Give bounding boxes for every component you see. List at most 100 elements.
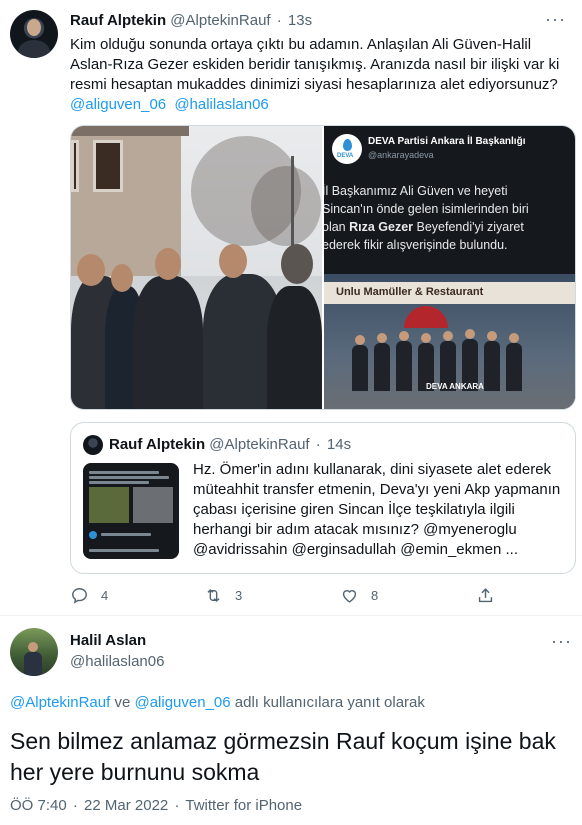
share-button[interactable] xyxy=(476,583,507,607)
thumb-photo xyxy=(133,487,173,523)
thumb-text-line xyxy=(89,471,159,474)
tweet-header: Rauf Alptekin @AlptekinRauf · 13s xyxy=(70,12,312,29)
thumb-text-line xyxy=(89,481,149,484)
replying-to: @AlptekinRauf ve @aliguven_06 adlı kulla… xyxy=(10,694,425,711)
reply-to-connector: ve xyxy=(110,694,135,711)
shop-photo: Unlu Mamüller & Restaurant DEVA ANKARA xyxy=(324,274,575,409)
separator-dot: · xyxy=(315,436,321,453)
reply-to-link[interactable]: @aliguven_06 xyxy=(134,694,230,711)
embedded-tweet-text: İl Başkanımız Ali Güven ve heyeti Sincan… xyxy=(324,182,572,254)
like-icon xyxy=(342,589,357,603)
mentions: @aliguven_06 @halilaslan06 xyxy=(70,95,273,115)
avatar-head xyxy=(28,642,38,652)
quoted-tweet[interactable]: Rauf Alptekin @AlptekinRauf · 14s Hz. Öm… xyxy=(70,422,576,574)
reply-to-suffix: adlı kullanıcılara yanıt olarak xyxy=(230,694,425,711)
reply-to-link[interactable]: @AlptekinRauf xyxy=(10,694,110,711)
bare-tree xyxy=(251,166,321,246)
thumb-photo xyxy=(89,487,129,523)
quoted-author-handle: @AlptekinRauf xyxy=(209,436,310,453)
action-bar: 4 3 8 xyxy=(70,583,576,607)
retweet-icon xyxy=(207,588,220,602)
drop-icon xyxy=(343,139,352,151)
embedded-line: İl Başkanımız Ali Güven ve heyeti xyxy=(324,184,508,198)
embedded-account-handle: @ankarayadeva xyxy=(368,150,434,160)
person-head xyxy=(487,331,497,341)
person xyxy=(133,276,203,409)
like-button[interactable]: 8 xyxy=(340,583,378,607)
person xyxy=(352,335,368,391)
building-eave xyxy=(71,126,189,136)
embedded-account-name: DEVA Partisi Ankara İl Başkanlığı xyxy=(368,136,526,147)
thumb-text-line xyxy=(89,476,169,479)
shop-sign: Unlu Mamüller & Restaurant xyxy=(324,282,575,304)
avatar-face xyxy=(27,19,41,36)
quoted-media-thumbnail[interactable] xyxy=(83,463,179,559)
author-name[interactable]: Rauf Alptekin xyxy=(70,12,166,29)
thumb-text-line xyxy=(89,549,159,552)
retweet-count: 3 xyxy=(235,587,243,603)
person xyxy=(374,333,390,391)
person-head xyxy=(77,254,105,286)
tweet-text: Sen bilmez anlamaz görmezsin Rauf koçum … xyxy=(10,728,556,785)
quoted-text: Hz. Ömer'in adını kullanarak, dini siyas… xyxy=(193,461,561,558)
avatar[interactable] xyxy=(10,10,58,58)
avatar-body xyxy=(24,652,42,676)
person-head xyxy=(111,264,133,292)
person-head xyxy=(155,248,181,280)
shop-sign-text: Unlu Mamüller & Restaurant xyxy=(336,286,484,298)
reply-button[interactable]: 4 xyxy=(70,583,108,607)
quoted-author-name: Rauf Alptekin xyxy=(109,436,206,453)
author-name[interactable]: Halil Aslan xyxy=(70,632,146,649)
window xyxy=(71,140,79,192)
tweet-source[interactable]: Twitter for iPhone xyxy=(185,797,302,814)
person-head xyxy=(399,331,409,341)
tweet-quoted[interactable]: Rauf Alptekin @AlptekinRauf · 13s ··· Ki… xyxy=(0,0,582,615)
person-head xyxy=(509,333,519,343)
reply-icon xyxy=(72,587,87,604)
more-icon[interactable]: ··· xyxy=(545,10,566,28)
mention-link[interactable]: @halilaslan06 xyxy=(174,96,268,113)
person xyxy=(396,331,412,391)
person-head xyxy=(281,244,313,284)
person-head xyxy=(219,244,247,278)
avatar[interactable] xyxy=(10,628,58,676)
tweet-time[interactable]: 13s xyxy=(288,12,312,29)
deva-logo: DEVA xyxy=(332,134,362,164)
mention-link[interactable]: @aliguven_06 xyxy=(70,96,166,113)
separator-dot: · xyxy=(72,797,78,814)
tweet-text: Kim olduğu sonunda ortaya çıktı bu adamı… xyxy=(70,36,560,93)
photo-men-outside-building[interactable] xyxy=(71,126,322,409)
tweet-time[interactable]: ÖÖ 7:40 xyxy=(10,797,67,814)
tweet-date[interactable]: 22 Mar 2022 xyxy=(84,797,168,814)
thumb-badge xyxy=(89,531,97,539)
embedded-line-part: Beyefendi'yi ziyaret xyxy=(413,220,524,234)
thumb-text-line xyxy=(101,533,151,536)
embedded-line: olan Rıza Gezer Beyefendi'yi ziyaret xyxy=(324,218,572,236)
separator-dot: · xyxy=(276,12,282,29)
embedded-line: Sincan'ın önde gelen isimlerinden biri xyxy=(324,202,529,216)
person xyxy=(506,333,522,391)
tweet-metadata: ÖÖ 7:40 · 22 Mar 2022 · Twitter for iPho… xyxy=(10,797,302,814)
tweet-reply[interactable]: Halil Aslan @halilaslan06 ··· @AlptekinR… xyxy=(0,615,582,825)
red-awning xyxy=(404,306,448,328)
person-head xyxy=(377,333,387,343)
deva-watermark: DEVA ANKARA xyxy=(426,382,484,391)
author-handle[interactable]: @halilaslan06 xyxy=(70,653,164,670)
share-icon xyxy=(478,587,493,602)
window xyxy=(93,140,123,192)
photo-deva-screenshot[interactable]: DEVA DEVA Partisi Ankara İl Başkanlığı @… xyxy=(324,126,575,409)
logo-label: DEVA xyxy=(337,153,354,159)
quoted-time: 14s xyxy=(326,436,352,453)
quoted-avatar[interactable] xyxy=(83,435,103,455)
person-head xyxy=(421,333,431,343)
more-icon[interactable]: ··· xyxy=(551,632,572,650)
retweet-button[interactable]: 3 xyxy=(204,583,242,607)
quoted-header: Rauf Alptekin @AlptekinRauf · 14s xyxy=(109,436,351,453)
person-head xyxy=(443,331,453,341)
person-head xyxy=(465,329,475,339)
embedded-line-bold: Rıza Gezer xyxy=(349,220,414,234)
reply-count: 4 xyxy=(101,587,109,603)
avatar-shoulders xyxy=(18,40,50,58)
media-grid: DEVA DEVA Partisi Ankara İl Başkanlığı @… xyxy=(70,125,576,410)
author-handle[interactable]: @AlptekinRauf xyxy=(170,12,270,29)
